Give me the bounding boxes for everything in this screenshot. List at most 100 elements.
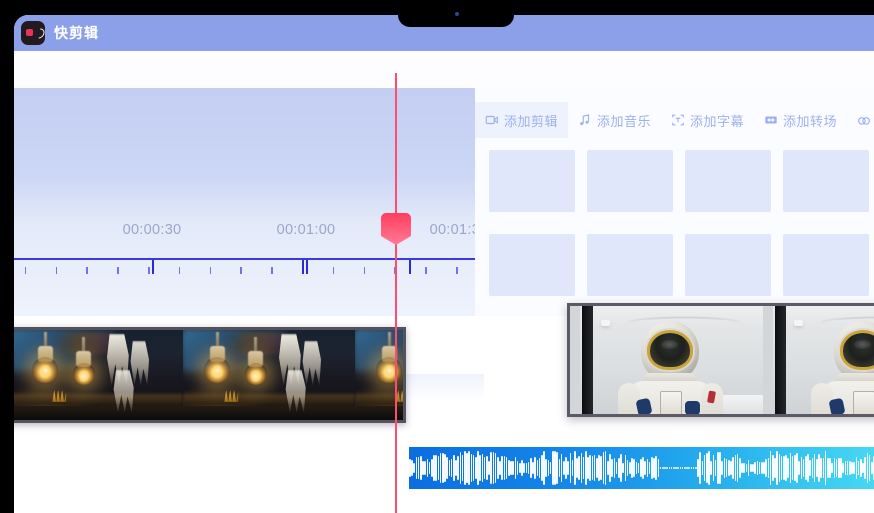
media-thumbnail[interactable]: [489, 234, 575, 296]
toolbar-item-label: 添加转场: [783, 113, 838, 129]
ruler-tick: [332, 267, 335, 274]
waveform-bar: [424, 461, 426, 475]
ruler-tick: [24, 267, 27, 274]
waveform-bar: [600, 456, 602, 480]
waveform-bar: [723, 457, 726, 479]
waveform-bar: [501, 455, 503, 481]
waveform-bar: [503, 456, 506, 480]
toolbar-item-5[interactable]: 添加滤: [847, 102, 874, 138]
toolbar-item-1[interactable]: 添加剪辑: [475, 102, 569, 138]
clip-frame: [763, 306, 874, 414]
waveform-bar: [842, 463, 844, 473]
ruler-tick-major: [306, 260, 308, 274]
media-thumbnail[interactable]: [489, 150, 575, 212]
media-thumbnail-grid[interactable]: [489, 150, 874, 320]
media-thumbnail[interactable]: [685, 234, 771, 296]
waveform-bar: [756, 460, 759, 476]
media-thumbnail[interactable]: [783, 150, 869, 212]
waveform-bar: [712, 454, 715, 482]
waveform-bar: [811, 457, 814, 479]
waveform-bar: [767, 458, 770, 478]
toolbar-item-2[interactable]: 添加音乐: [568, 102, 661, 138]
waveform-bar: [426, 459, 429, 477]
timeline-playhead[interactable]: [381, 73, 411, 513]
waveform-bar: [415, 457, 418, 479]
waveform-bar: [833, 458, 836, 478]
waveform-bar: [721, 461, 723, 475]
media-toolbar[interactable]: 添加剪辑 添加音乐 添加字幕 添加转场添加滤: [475, 102, 874, 138]
media-thumbnail[interactable]: [587, 150, 673, 212]
waveform-bar: [602, 451, 605, 485]
waveform-bar: [435, 454, 437, 482]
ruler-tick: [117, 267, 119, 274]
waveform-bar: [523, 462, 525, 474]
waveform-bar: [525, 463, 528, 473]
waveform-bar: [446, 457, 448, 479]
ruler-time-label: 00:01:00: [276, 222, 336, 238]
toolbar-strip: [14, 51, 874, 88]
waveform-bar: [624, 455, 627, 481]
waveform-bar: [457, 455, 459, 481]
waveform-bar: [492, 451, 495, 485]
waveform-bar: [853, 461, 855, 475]
ruler-tick: [55, 267, 58, 274]
transition-icon: [764, 113, 778, 127]
waveform-bar: [536, 459, 539, 477]
waveform-bar: [822, 458, 825, 478]
waveform-bar: [413, 462, 415, 474]
waveform-bar: [701, 460, 704, 475]
app-window: 快剪辑 00:00:3000:01:0000:01:3000:02:0000:0…: [14, 15, 874, 513]
waveform-bar: [798, 461, 800, 475]
video-clip-astronaut[interactable]: [567, 303, 874, 417]
waveform-bar: [778, 454, 781, 482]
waveform-bar: [569, 453, 572, 483]
ruler-tick: [363, 267, 366, 274]
waveform-bar: [512, 461, 514, 475]
kuaijianji-logo-icon: [21, 21, 45, 45]
waveform-bar: [545, 458, 547, 478]
waveform-bar: [732, 456, 734, 480]
waveform-bar: [688, 467, 690, 469]
waveform-bar: [459, 451, 462, 485]
ruler-tick-major: [409, 260, 411, 274]
video-clip-lanterns[interactable]: [14, 327, 406, 423]
waveform-bar: [490, 452, 492, 484]
ruler-tick: [178, 267, 181, 274]
ruler-tick: [148, 267, 150, 274]
waveform-bar: [611, 459, 613, 477]
toolbar-item-3[interactable]: 添加字幕: [661, 102, 754, 138]
toolbar-item-label: 添加字幕: [690, 113, 745, 129]
ruler-tick: [456, 267, 458, 274]
waveform-bar: [789, 452, 792, 484]
waveform-bar: [644, 460, 646, 476]
waveform-bar: [655, 455, 657, 481]
ruler-tick: [240, 267, 242, 274]
waveform-bar: [633, 458, 635, 478]
media-thumbnail[interactable]: [783, 234, 869, 296]
toolbar-item-4[interactable]: 添加转场: [754, 102, 847, 138]
audio-waveform: [409, 447, 874, 489]
waveform-bar: [820, 457, 822, 479]
waveform-bar: [787, 457, 789, 479]
waveform-bar: [864, 456, 866, 480]
toolbar-item-label: 添加音乐: [597, 113, 652, 129]
waveform-bar: [844, 460, 847, 476]
waveform-bar: [710, 460, 712, 476]
media-thumbnail[interactable]: [685, 150, 771, 212]
ruler-tick: [271, 267, 273, 274]
thumbnail-row: [489, 150, 874, 212]
music-note-icon: [578, 113, 592, 127]
thumbnail-row: [489, 234, 874, 296]
media-thumbnail[interactable]: [587, 234, 673, 296]
audio-clip-track[interactable]: [409, 447, 874, 489]
waveform-bar: [743, 463, 745, 473]
waveform-bar: [690, 467, 693, 469]
waveform-bar: [831, 462, 833, 474]
clip-frame: [570, 306, 763, 414]
waveform-bar: [479, 454, 481, 482]
waveform-bar: [547, 460, 550, 476]
waveform-bar: [481, 454, 484, 482]
waveform-bar: [635, 461, 638, 475]
waveform-bar: [591, 455, 594, 481]
waveform-bar: [470, 454, 473, 482]
